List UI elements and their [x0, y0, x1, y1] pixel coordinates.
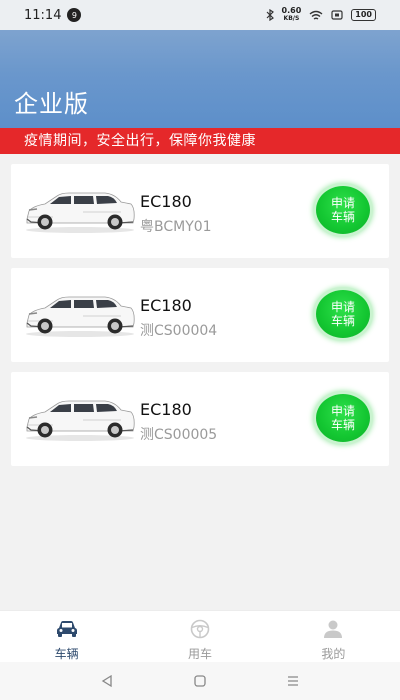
- vehicle-model: EC180: [140, 192, 192, 211]
- car-image: [26, 400, 135, 441]
- bottom-tab-bar: 车辆 用车 我的: [0, 610, 400, 662]
- nav-back-button[interactable]: [97, 671, 117, 691]
- nav-home-button[interactable]: [190, 671, 210, 691]
- vehicle-plate: 测CS00005: [140, 427, 218, 443]
- apply-vehicle-button[interactable]: 申请车辆: [316, 394, 370, 442]
- system-nav-bar: [0, 662, 400, 700]
- tab-label-vehicles: 车辆: [54, 647, 79, 661]
- car-icon: [56, 621, 77, 637]
- net-speed-value: 0.60: [281, 6, 302, 15]
- tab-vehicles[interactable]: 车辆: [0, 611, 133, 662]
- car-image: [26, 192, 135, 233]
- vehicle-list: EC180 粤BCMY01 申请车辆 EC180 测CS00004 申请车辆 E…: [11, 164, 389, 476]
- status-right: 0.60 KB/S 100: [266, 7, 376, 23]
- back-triangle-icon: [101, 674, 112, 688]
- bluetooth-icon: [266, 9, 274, 21]
- vehicle-model: EC180: [140, 400, 192, 419]
- menu-lines-icon: [288, 676, 299, 686]
- steering-wheel-icon: [190, 619, 210, 639]
- car-image: [26, 296, 135, 337]
- vehicle-card[interactable]: EC180 粤BCMY01 申请车辆: [11, 164, 389, 258]
- nav-menu-button[interactable]: [283, 671, 303, 691]
- battery-indicator: 100: [351, 9, 376, 21]
- status-bar: 11:14 9 0.60 KB/S 100: [0, 0, 400, 30]
- vehicle-card[interactable]: EC180 测CS00004 申请车辆: [11, 268, 389, 362]
- status-time: 11:14: [24, 7, 62, 23]
- header-banner: 企业版: [0, 30, 400, 128]
- vehicle-plate: 测CS00004: [140, 323, 218, 339]
- page-title: 企业版: [14, 90, 89, 118]
- person-icon: [324, 620, 343, 638]
- notice-bar: 疫情期间，安全出行，保障你我健康: [0, 128, 400, 154]
- net-speed: 0.60 KB/S: [282, 7, 302, 23]
- apply-vehicle-button[interactable]: 申请车辆: [316, 186, 370, 234]
- tab-mine[interactable]: 我的: [267, 611, 400, 662]
- sim-icon: [331, 10, 343, 20]
- status-left: 11:14 9: [24, 7, 82, 23]
- vehicle-card[interactable]: EC180 测CS00005 申请车辆: [11, 372, 389, 466]
- tab-label-mine: 我的: [321, 647, 346, 661]
- vehicle-model: EC180: [140, 296, 192, 315]
- apply-vehicle-button[interactable]: 申请车辆: [316, 290, 370, 338]
- notification-badge: 9: [67, 8, 82, 22]
- tab-label-use-car: 用车: [187, 647, 212, 661]
- wifi-icon: [309, 10, 323, 20]
- tab-use-car[interactable]: 用车: [133, 611, 266, 662]
- vehicle-plate: 粤BCMY01: [140, 219, 212, 235]
- net-speed-unit: KB/S: [283, 15, 300, 22]
- home-square-icon: [194, 675, 206, 687]
